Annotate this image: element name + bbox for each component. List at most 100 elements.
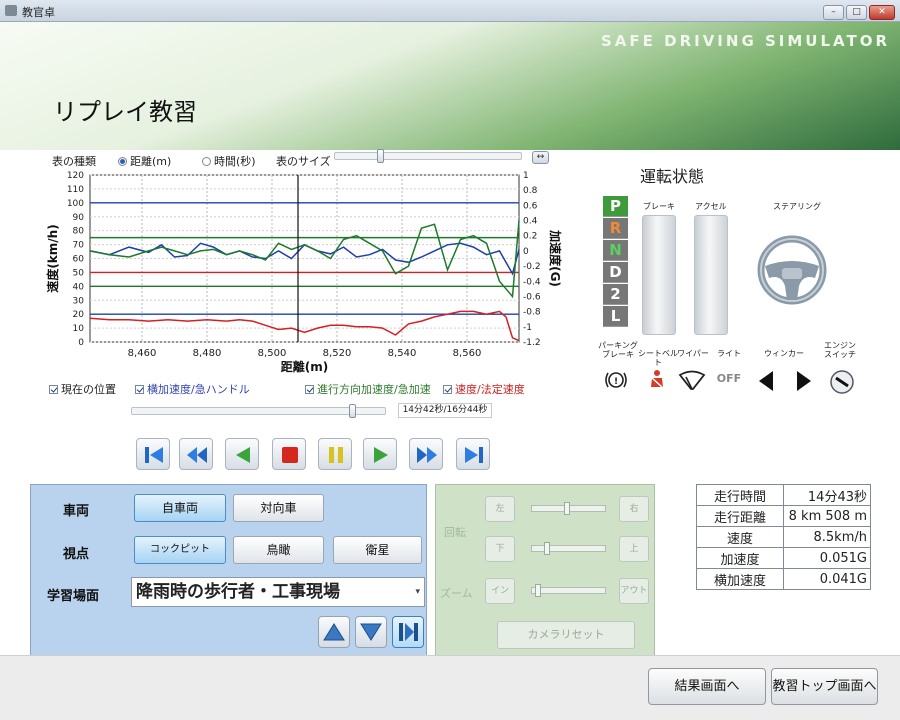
close-button[interactable]: ✕ xyxy=(869,5,895,20)
seatbelt-icon xyxy=(651,370,663,388)
skip-forward-icon xyxy=(465,447,483,463)
radio-time-dot[interactable] xyxy=(202,157,211,166)
parking-brake-label: パーキング ブレーキ xyxy=(598,341,638,359)
checkbox-longitudinal-accel-label: 進行方向加速度/急加速 xyxy=(317,383,431,396)
view-birdseye-button[interactable]: 鳥瞰 xyxy=(233,536,324,564)
rotate-vertical-slider[interactable] xyxy=(531,545,606,552)
header-banner: SAFE DRIVING SIMULATOR リプレイ教習 xyxy=(0,22,900,150)
table-row: 走行時間 14分43秒 xyxy=(696,484,871,506)
gear-r: R xyxy=(603,218,628,239)
skip-forward-button[interactable] xyxy=(456,438,490,470)
zoom-thumb[interactable] xyxy=(535,584,541,597)
reverse-play-button[interactable] xyxy=(225,438,259,470)
stat-key: 速度 xyxy=(696,526,784,548)
skip-back-button[interactable] xyxy=(136,438,170,470)
rotate-left-button[interactable]: 左 xyxy=(485,496,515,522)
checkbox-lateral-accel[interactable]: 横加速度/急ハンドル xyxy=(135,381,250,397)
skip-back-icon xyxy=(145,447,163,463)
scene-skip-button[interactable] xyxy=(392,616,424,648)
stat-key: 走行距離 xyxy=(696,505,784,527)
checkbox-longitudinal-accel-box[interactable] xyxy=(305,385,314,394)
reverse-play-icon xyxy=(236,447,250,463)
engine-switch-label: エンジン スイッチ xyxy=(824,341,856,359)
table-size-label: 表のサイズ xyxy=(276,155,331,168)
rotate-horizontal-thumb[interactable] xyxy=(564,502,570,515)
gear-n: N xyxy=(603,240,628,261)
vehicle-own-button[interactable]: 自車両 xyxy=(134,494,226,522)
seatbelt-label: シートベルト xyxy=(638,349,678,367)
play-icon xyxy=(374,447,388,463)
parking-brake-icon: ! xyxy=(605,372,627,388)
zoom-in-button[interactable]: イン xyxy=(485,578,515,604)
radio-distance-dot[interactable] xyxy=(118,157,127,166)
checkbox-speed-box[interactable] xyxy=(443,385,452,394)
window-title: 教官卓 xyxy=(22,6,55,19)
fast-forward-icon xyxy=(417,447,437,463)
vehicle-label: 車両 xyxy=(63,504,90,519)
view-satellite-button[interactable]: 衛星 xyxy=(333,536,422,564)
pause-button[interactable] xyxy=(318,438,352,470)
expand-chart-button[interactable]: ↔ xyxy=(532,151,549,164)
lesson-top-button[interactable]: 教習トップ画面へ xyxy=(771,668,878,705)
chevron-down-icon: ▾ xyxy=(415,587,420,597)
table-row: 走行距離 8 km 508 m xyxy=(696,505,871,527)
checkbox-lateral-accel-label: 横加速度/急ハンドル xyxy=(147,383,250,396)
view-label: 視点 xyxy=(63,547,90,562)
playback-slider-thumb[interactable] xyxy=(348,404,356,418)
stat-key: 加速度 xyxy=(696,547,784,569)
playback-slider[interactable] xyxy=(131,407,386,415)
maximize-button[interactable]: □ xyxy=(846,5,867,20)
stat-value: 8 km 508 m xyxy=(783,505,871,527)
scene-next-button[interactable] xyxy=(355,616,387,648)
zoom-out-button[interactable]: アウト xyxy=(619,578,649,604)
checkbox-longitudinal-accel[interactable]: 進行方向加速度/急加速 xyxy=(305,381,431,397)
checkbox-lateral-accel-box[interactable] xyxy=(135,385,144,394)
stat-key: 走行時間 xyxy=(696,484,784,506)
gear-l: L xyxy=(603,306,628,327)
zoom-label: ズーム xyxy=(440,587,473,600)
table-row: 速度 8.5km/h xyxy=(696,526,871,548)
steering-wheel-icon xyxy=(757,235,827,305)
skip-forward-icon xyxy=(399,623,418,641)
vehicle-oncoming-button[interactable]: 対向車 xyxy=(233,494,324,522)
wiper-icon xyxy=(678,370,706,390)
rotate-label: 回転 xyxy=(444,526,466,539)
view-cockpit-button[interactable]: コックピット xyxy=(134,536,226,564)
page-title: リプレイ教習 xyxy=(53,98,197,126)
play-button[interactable] xyxy=(363,438,397,470)
zoom-slider[interactable] xyxy=(531,587,606,594)
scene-prev-button[interactable] xyxy=(318,616,350,648)
table-size-slider[interactable] xyxy=(334,152,522,160)
window-titlebar: 教官卓 – □ ✕ xyxy=(0,0,900,22)
scene-label: 学習場面 xyxy=(47,589,100,604)
rotate-down-button[interactable]: 下 xyxy=(485,536,515,562)
table-row: 横加速度 0.041G xyxy=(696,568,871,590)
stop-button[interactable] xyxy=(272,438,306,470)
radio-time[interactable]: 時間(秒) xyxy=(202,153,256,169)
triangle-up-icon xyxy=(323,623,345,641)
checkbox-current-position[interactable]: 現在の位置 xyxy=(49,381,116,397)
triangle-down-icon xyxy=(360,623,382,641)
rewind-button[interactable] xyxy=(179,438,213,470)
rotate-vertical-thumb[interactable] xyxy=(544,542,550,555)
rotate-right-button[interactable]: 右 xyxy=(619,496,649,522)
rotate-up-button[interactable]: 上 xyxy=(619,536,649,562)
camera-reset-button[interactable]: カメラリセット xyxy=(497,621,635,649)
minimize-button[interactable]: – xyxy=(823,5,844,20)
checkbox-current-position-box[interactable] xyxy=(49,385,58,394)
radio-distance[interactable]: 距離(m) xyxy=(118,153,171,169)
playback-time-display: 14分42秒/16分44秒 xyxy=(398,403,492,418)
light-status: OFF xyxy=(716,372,742,385)
radio-time-label: 時間(秒) xyxy=(214,155,256,168)
stat-value: 0.051G xyxy=(783,547,871,569)
result-screen-button[interactable]: 結果画面へ xyxy=(648,668,766,705)
table-size-slider-thumb[interactable] xyxy=(377,149,384,163)
checkbox-speed[interactable]: 速度/法定速度 xyxy=(443,381,525,397)
gear-2: 2 xyxy=(603,284,628,305)
fast-forward-button[interactable] xyxy=(409,438,443,470)
accel-label: アクセル xyxy=(695,202,727,211)
radio-distance-label: 距離(m) xyxy=(130,155,172,168)
blinker-label: ウィンカー xyxy=(764,349,804,358)
scene-select[interactable]: 降雨時の歩行者・工事現場 ▾ xyxy=(131,577,425,607)
stat-value: 14分43秒 xyxy=(783,484,871,506)
